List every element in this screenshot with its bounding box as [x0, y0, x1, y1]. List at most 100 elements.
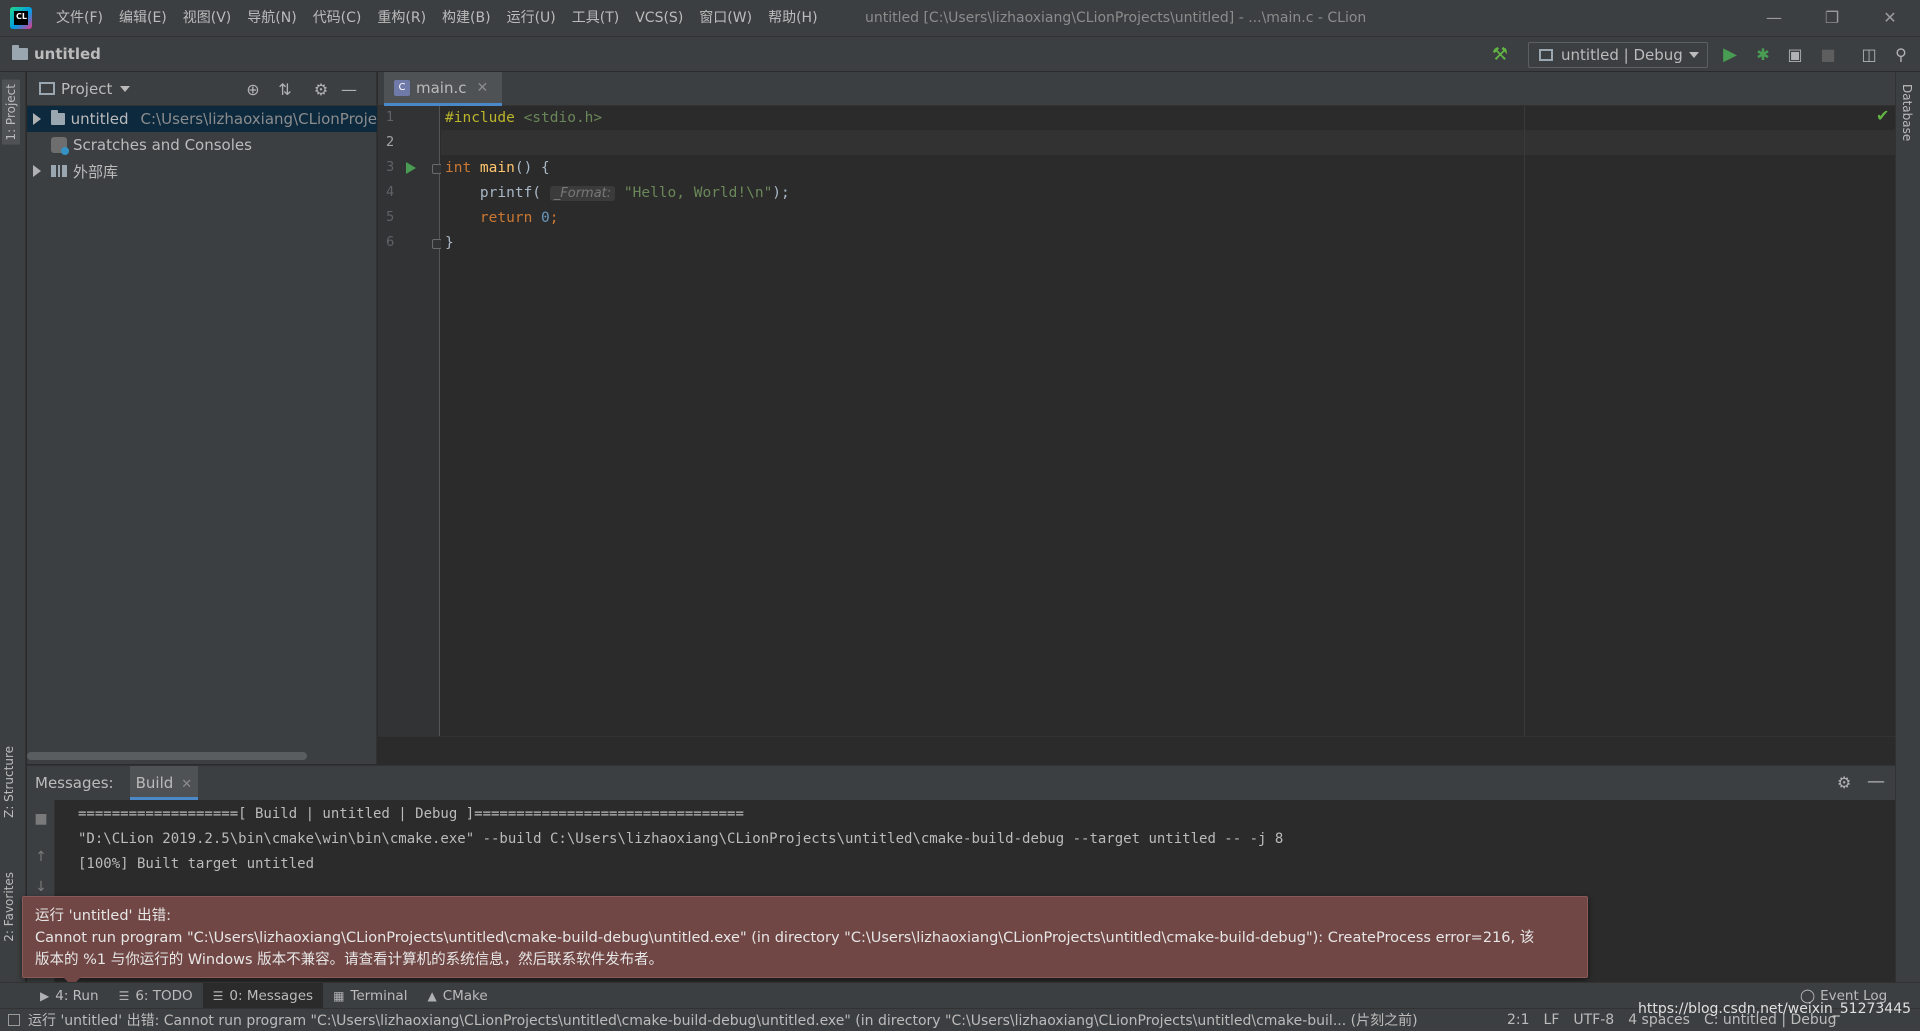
messages-label: Messages:	[35, 774, 114, 792]
code-line: int main() {	[445, 156, 550, 181]
messages-icon: ☰	[212, 988, 224, 1003]
arrow-down-icon[interactable]: ↓	[34, 880, 48, 894]
tree-item-project[interactable]: untitled C:\Users\lizhaoxiang\CLionProje	[27, 106, 377, 132]
close-tab-icon[interactable]: ✕	[477, 80, 489, 96]
toggle-tool-windows-icon[interactable]	[8, 1014, 20, 1026]
line-number: 5	[386, 210, 395, 225]
tab-structure-tool[interactable]: Z: Structure	[2, 746, 16, 818]
tab-run-tool[interactable]: ▶ 4: Run	[30, 983, 109, 1009]
code-token: );	[772, 185, 790, 201]
project-panel: Project ⊕ ⇅ ⚙ — untitled C:\Users\lizhao…	[27, 72, 377, 764]
caret-position[interactable]: 2:1	[1507, 1012, 1530, 1028]
tree-item-label: 外部库	[73, 162, 119, 181]
run-icon[interactable]: ▶	[1719, 44, 1741, 66]
menu-refactor[interactable]: 重构(R)	[369, 0, 434, 36]
tab-project-tool[interactable]: 1: Project	[2, 80, 20, 145]
collapse-all-icon[interactable]: ⇅	[275, 80, 295, 100]
menu-build[interactable]: 构建(B)	[434, 0, 499, 36]
error-title: 运行 'untitled' 出错:	[35, 908, 172, 924]
tab-todo-tool[interactable]: ☰ 6: TODO	[109, 983, 203, 1009]
c-file-icon: C	[394, 79, 410, 96]
menu-tools[interactable]: 工具(T)	[564, 0, 627, 36]
menu-help[interactable]: 帮助(H)	[760, 0, 825, 36]
hide-panel-icon[interactable]: —	[339, 80, 359, 100]
debug-bug-icon[interactable]: ✱	[1752, 44, 1774, 66]
tab-cmake-tool[interactable]: ▲ CMake	[417, 983, 497, 1009]
editor-gutter: 1 2 3 4 5 6	[378, 106, 442, 736]
search-icon[interactable]: ⚲	[1891, 44, 1911, 66]
run-config-label: untitled | Debug	[1561, 46, 1683, 64]
project-panel-header: Project ⊕ ⇅ ⚙ —	[27, 72, 376, 106]
status-message[interactable]: 运行 'untitled' 出错: Cannot run program "C:…	[28, 1010, 1493, 1030]
chevron-down-icon[interactable]	[120, 85, 131, 92]
close-window-icon[interactable]: ✕	[1862, 0, 1918, 36]
horizontal-scrollbar[interactable]	[27, 752, 307, 760]
line-number: 4	[386, 185, 395, 200]
tab-label: main.c	[416, 78, 467, 97]
menu-edit[interactable]: 编辑(E)	[111, 0, 175, 36]
tab-terminal-tool[interactable]: ▦ Terminal	[323, 983, 417, 1009]
line-ending[interactable]: LF	[1544, 1012, 1560, 1028]
code-token: main	[471, 160, 515, 176]
tab-messages-tool[interactable]: ☰ 0: Messages	[202, 982, 324, 1009]
project-view-select[interactable]: Project	[61, 80, 112, 98]
code-line: #include <stdio.h>	[445, 106, 602, 131]
tab-main-c[interactable]: C main.c ✕	[384, 72, 503, 106]
tree-item-external-libraries[interactable]: 外部库	[27, 158, 377, 184]
code-token: <stdio.h>	[514, 110, 603, 126]
error-message-line: Cannot run program "C:\Users\lizhaoxiang…	[35, 930, 1535, 946]
close-tab-icon[interactable]: ✕	[181, 777, 192, 792]
run-with-coverage-icon[interactable]: ▣	[1784, 44, 1806, 66]
code-token: int	[445, 160, 472, 176]
watermark-text: https://blog.csdn.net/weixin_51273445	[1638, 1001, 1912, 1017]
tab-favorites-tool[interactable]: 2: Favorites	[2, 872, 16, 942]
gear-icon[interactable]: ⚙	[311, 80, 331, 100]
messages-header: Messages: Build ✕ ⚙ —	[27, 766, 1895, 800]
tree-item-scratches[interactable]: Scratches and Consoles	[27, 132, 377, 158]
inspection-ok-check-icon[interactable]: ✔	[1876, 106, 1889, 125]
menu-run[interactable]: 运行(U)	[499, 0, 564, 36]
menu-window[interactable]: 窗口(W)	[691, 0, 760, 36]
tab-database-tool[interactable]: Database	[1900, 84, 1914, 141]
locate-target-icon[interactable]: ⊕	[243, 80, 263, 100]
folder-icon	[51, 110, 65, 125]
restore-window-icon[interactable]: ❐	[1804, 0, 1860, 36]
error-notification-balloon[interactable]: 运行 'untitled' 出错: Cannot run program "C:…	[22, 896, 1588, 986]
code-line: return 0;	[445, 206, 559, 231]
code-token: #include	[445, 110, 515, 126]
code-token: return	[445, 210, 533, 226]
stop-icon[interactable]: ■	[34, 812, 48, 826]
right-margin-guide	[1524, 106, 1525, 736]
expand-arrow-icon[interactable]	[33, 165, 41, 177]
tab-label: 0: Messages	[229, 987, 314, 1004]
gear-icon[interactable]: ⚙	[1837, 773, 1851, 792]
code-token: printf(	[445, 185, 542, 201]
stop-icon[interactable]: ■	[1817, 44, 1839, 66]
menu-vcs[interactable]: VCS(S)	[627, 0, 691, 36]
tab-label: 4: Run	[55, 987, 99, 1004]
run-configuration-select[interactable]: untitled | Debug	[1528, 42, 1708, 68]
breadcrumb[interactable]: untitled	[12, 37, 101, 71]
tab-label: Build	[135, 774, 174, 792]
code-token: () {	[514, 160, 550, 176]
tree-item-path: C:\Users\lizhaoxiang\CLionProje	[140, 110, 377, 128]
hide-panel-icon[interactable]: —	[1867, 771, 1885, 792]
build-output-line: "D:\CLion 2019.2.5\bin\cmake\win\bin\cma…	[78, 831, 1284, 847]
build-hammer-icon[interactable]: ⚒	[1490, 45, 1510, 65]
run-gutter-icon[interactable]	[406, 162, 416, 174]
file-encoding[interactable]: UTF-8	[1573, 1012, 1614, 1028]
code-token: }	[445, 235, 454, 251]
project-structure-icon[interactable]: ◫	[1858, 44, 1880, 66]
bottom-tool-tabs: ▶ 4: Run ☰ 6: TODO ☰ 0: Messages ▦ Terminal …	[0, 982, 1920, 1009]
menu-file[interactable]: 文件(F)	[48, 0, 111, 36]
menu-navigate[interactable]: 导航(N)	[239, 0, 304, 36]
minimize-window-icon[interactable]: —	[1746, 0, 1802, 36]
menu-view[interactable]: 视图(V)	[175, 0, 240, 36]
tab-build[interactable]: Build ✕	[129, 766, 199, 800]
arrow-up-icon[interactable]: ↑	[34, 850, 48, 864]
expand-arrow-icon[interactable]	[33, 113, 41, 125]
breadcrumb-project[interactable]: untitled	[34, 37, 101, 71]
code-editor[interactable]: #include <stdio.h> int main() { printf( …	[441, 106, 1895, 736]
menu-code[interactable]: 代码(C)	[305, 0, 370, 36]
code-token: ;	[549, 210, 559, 226]
